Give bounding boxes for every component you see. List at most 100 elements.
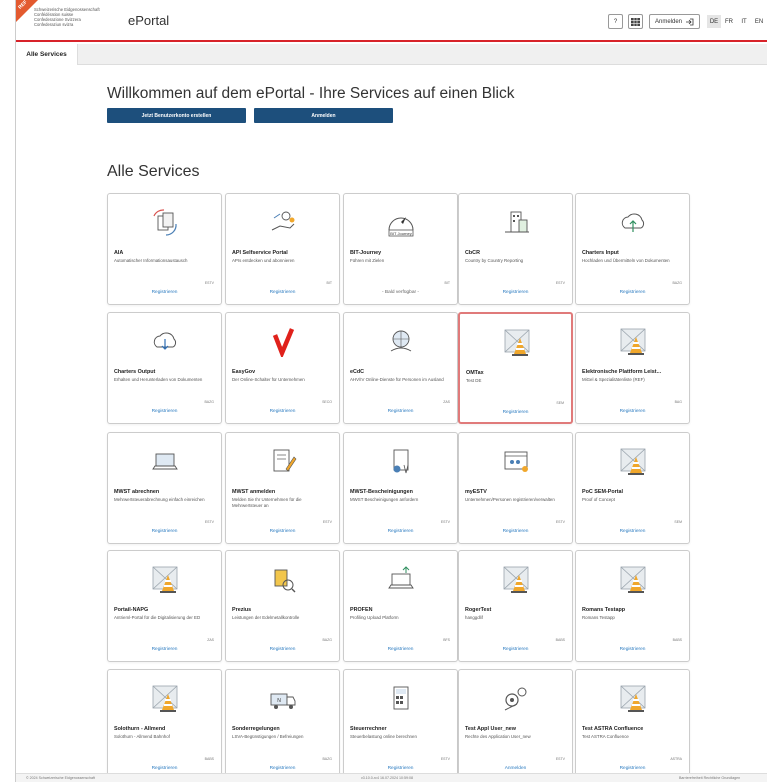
tab-all-services[interactable]: Alle Services <box>16 44 78 65</box>
service-card[interactable]: Charters Input Hochladen und Übermitteln … <box>575 193 690 305</box>
service-action-link[interactable]: Registrieren <box>226 409 339 414</box>
service-organisation: ZAS <box>207 638 214 642</box>
footer-links[interactable]: Barrierefreiheit Rechtliche Grundlagen <box>679 776 740 780</box>
service-title: Romans Testapp <box>582 607 626 613</box>
app-title[interactable]: ePortal <box>128 13 169 28</box>
service-organisation: ZAS <box>443 400 450 404</box>
service-card[interactable]: Charters Output Erhalten und Herunterlade… <box>107 312 222 424</box>
service-action-link[interactable]: Anmelden <box>459 766 572 771</box>
service-title: Portail-NAPG <box>114 607 149 613</box>
service-description: Test ASTRA Confluence <box>582 734 629 739</box>
service-action-link[interactable]: Registrieren <box>344 647 457 652</box>
help-button[interactable]: ? <box>608 14 623 29</box>
service-action-link[interactable]: Registrieren <box>226 647 339 652</box>
service-card[interactable]: Prezius Leistungen der Edelmetallkontroll… <box>225 550 340 662</box>
service-card[interactable]: AIA Automatischer Informationsaustausch ES… <box>107 193 222 305</box>
service-description: Steuerbelastung online berechnen <box>350 734 417 739</box>
service-card[interactable]: CbCR Country by Country Reporting ESTV Regi… <box>458 193 573 305</box>
service-organisation: BABS <box>204 757 214 761</box>
service-action-link[interactable]: Registrieren <box>108 647 221 652</box>
service-title: OMTax <box>466 370 484 376</box>
service-organisation: BAZG <box>204 400 214 404</box>
service-description: LSVA-Begünstigungen / Befreiungen <box>232 734 304 739</box>
service-action-link[interactable]: Registrieren <box>460 410 571 415</box>
service-description: Profiling Upload Platform <box>350 615 399 620</box>
service-card[interactable]: myESTV Unternehmen/Personen registrieren/… <box>458 432 573 544</box>
service-card[interactable]: API Selfservice Portal APIs entdecken und… <box>225 193 340 305</box>
service-action-link[interactable]: Registrieren <box>576 290 689 295</box>
language-de[interactable]: DE <box>707 15 721 28</box>
service-card[interactable]: Portail-NAPG Antrieml-Portal für die Digi… <box>107 550 222 662</box>
service-action-link[interactable]: Registrieren <box>459 290 572 295</box>
service-card[interactable]: MWST-Bescheinigungen MWST Bescheinigungen… <box>343 432 458 544</box>
service-card[interactable]: Test ASTRA Confluence Test ASTRA Confluen… <box>575 669 690 781</box>
placeholder-cone-icon <box>616 684 650 714</box>
calculator-icon <box>384 684 418 714</box>
service-title: Steuerrechner <box>350 726 387 732</box>
service-action-link[interactable]: Registrieren <box>459 647 572 652</box>
service-organisation: ESTV <box>440 757 450 761</box>
service-action-link[interactable]: Registrieren <box>226 529 339 534</box>
service-action-link[interactable]: Registrieren <box>226 766 339 771</box>
service-description: Führen mit Zielen <box>350 258 385 263</box>
service-title: BIT-Journey <box>350 250 382 256</box>
svg-text:BIT Journey: BIT Journey <box>390 231 412 236</box>
service-card[interactable]: Romans Testapp Romans Testapp BABS Registri… <box>575 550 690 662</box>
service-card[interactable]: PoC SEM-Portal Proof of Concept SEM Registr… <box>575 432 690 544</box>
service-title: Test ASTRA Confluence <box>582 726 644 732</box>
footer-version: v3.10.0-rc4 16.07.2024 10:59:08 <box>361 776 413 780</box>
service-title: Prezius <box>232 607 252 613</box>
service-card[interactable]: OMTax Test DE SEM Registrieren <box>458 312 573 424</box>
service-card[interactable]: Solothurn - Allmend Solothurn - Allmend B… <box>107 669 222 781</box>
service-card[interactable]: MWST anmelden Melden Sie Ihr Unternehmen … <box>225 432 340 544</box>
laptop-icon <box>148 447 182 477</box>
hand-api-icon <box>266 208 300 238</box>
service-title: RogerTest <box>465 607 492 613</box>
service-title: eCdC <box>350 369 365 375</box>
service-action-link[interactable]: Registrieren <box>108 409 221 414</box>
apps-grid-button[interactable] <box>628 14 643 29</box>
login-main-button[interactable]: Anmelden <box>254 108 393 123</box>
document-pen-icon <box>266 447 300 477</box>
service-card[interactable]: Steuerrechner Steuerbelastung online bere… <box>343 669 458 781</box>
service-card[interactable]: EasyGov Der Online-Schalter für Unternehm… <box>225 312 340 424</box>
service-action-link[interactable]: Registrieren <box>344 529 457 534</box>
service-organisation: BABS <box>672 638 682 642</box>
service-action-link[interactable]: Registrieren <box>108 529 221 534</box>
language-fr[interactable]: FR <box>722 15 736 28</box>
login-button[interactable]: Anmelden <box>649 14 700 29</box>
service-action-link[interactable]: Registrieren <box>459 529 572 534</box>
service-title: MWST anmelden <box>232 489 276 495</box>
service-action-link[interactable]: Registrieren <box>344 409 457 414</box>
service-action-link[interactable]: Registrieren <box>226 290 339 295</box>
service-action-link[interactable]: Registrieren <box>576 409 689 414</box>
service-action-link[interactable]: Registrieren <box>576 647 689 652</box>
service-card[interactable]: BIT Journey BIT-Journey Führen mit Zielen B… <box>343 193 458 305</box>
service-card[interactable]: N Sonderregelungen LSVA-Begünstigungen / B… <box>225 669 340 781</box>
placeholder-cone-icon <box>616 327 650 357</box>
service-title: PROFEN <box>350 607 373 613</box>
service-title: Solothurn - Allmend <box>114 726 166 732</box>
service-card[interactable]: PROFEN Profiling Upload Platform BFS Regist… <box>343 550 458 662</box>
service-title: EasyGov <box>232 369 256 375</box>
service-action-link[interactable]: Registrieren <box>108 290 221 295</box>
language-it[interactable]: IT <box>737 15 751 28</box>
service-card[interactable]: RogerTest hanggdlif BABS Registrieren <box>458 550 573 662</box>
service-card[interactable]: eCdC AHV/IV Online-Dienste für Personen i… <box>343 312 458 424</box>
cloud-download-icon <box>148 327 182 357</box>
service-card[interactable]: Test Appl User_new Rechte des Application… <box>458 669 573 781</box>
language-en[interactable]: EN <box>752 15 766 28</box>
service-card[interactable]: MWST abrechnen Mehrwertsteuerabrechnung e… <box>107 432 222 544</box>
service-action-link[interactable]: Registrieren <box>344 766 457 771</box>
create-account-button[interactable]: Jetzt Benutzerkonto erstellen <box>107 108 246 123</box>
service-action-link[interactable]: Registrieren <box>576 529 689 534</box>
service-action-link[interactable]: Registrieren <box>108 766 221 771</box>
gears-icon <box>499 684 533 714</box>
browser-people-icon <box>499 447 533 477</box>
service-description: Romans Testapp <box>582 615 615 620</box>
compass-icon: BIT Journey <box>384 208 418 238</box>
service-description: Der Online-Schalter für Unternehmen <box>232 377 305 382</box>
service-title: MWST-Bescheinigungen <box>350 489 413 495</box>
service-card[interactable]: Elektronische Plattform Leist... MiGel & … <box>575 312 690 424</box>
service-action-link[interactable]: Registrieren <box>576 766 689 771</box>
